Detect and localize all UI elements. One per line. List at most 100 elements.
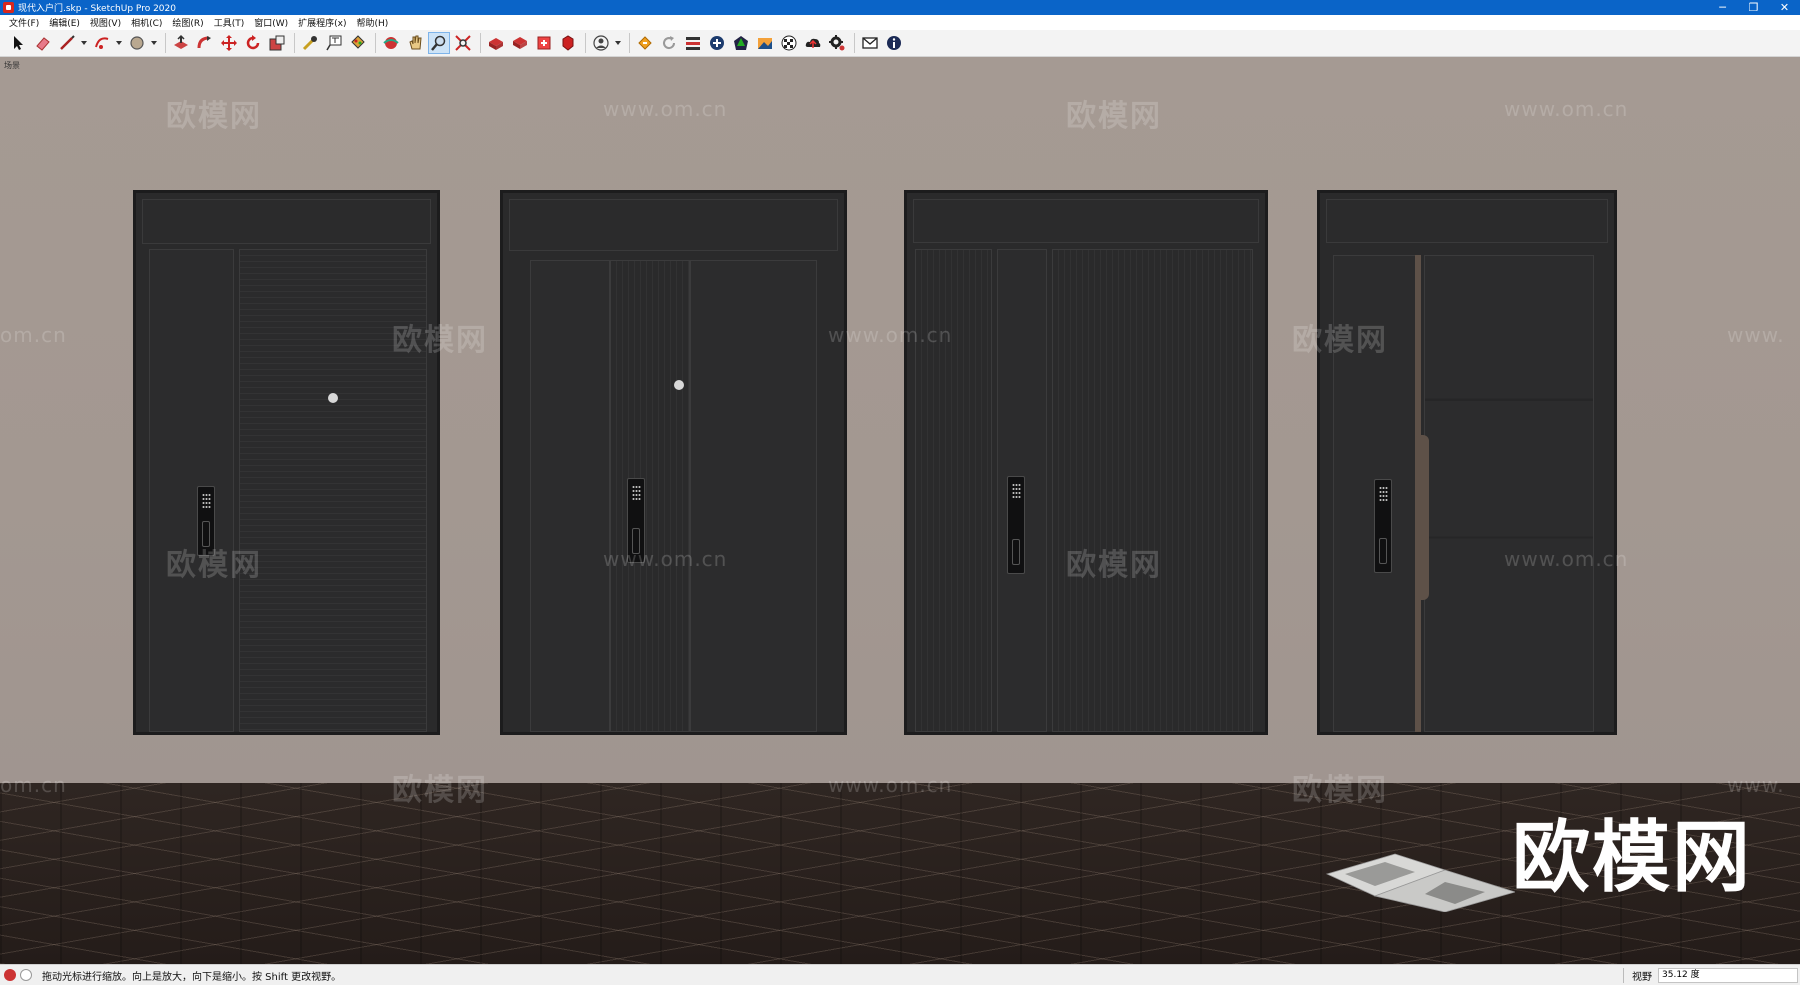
info-status-icon[interactable] — [20, 969, 32, 981]
extension-mail-button[interactable] — [859, 32, 881, 54]
minimize-button[interactable]: ─ — [1707, 0, 1738, 15]
warehouse-icon — [489, 38, 503, 50]
tape-tool-button[interactable] — [299, 32, 321, 54]
zoom-tool-button[interactable] — [428, 32, 450, 54]
tape-icon — [302, 36, 317, 51]
extension-layers-button[interactable] — [682, 32, 704, 54]
ruby-console-button[interactable] — [557, 32, 579, 54]
scale-tool-button[interactable] — [266, 32, 288, 54]
refresh-icon — [663, 36, 676, 50]
smart-lock — [1007, 476, 1025, 574]
extension-refresh-button[interactable] — [658, 32, 680, 54]
move-tool-button[interactable] — [218, 32, 240, 54]
extension-info-button[interactable] — [883, 32, 905, 54]
extension-warehouse-icon — [537, 36, 551, 50]
close-button[interactable]: ✕ — [1769, 0, 1800, 15]
info-icon — [887, 36, 901, 50]
text-icon — [326, 35, 342, 51]
entry-door-1 — [133, 190, 440, 735]
paint-icon — [351, 35, 365, 49]
menu-edit[interactable]: 编辑(E) — [44, 16, 85, 29]
title-bar: 现代入户门.skp - SketchUp Pro 2020 ─ ❐ ✕ — [0, 0, 1800, 15]
menu-file[interactable]: 文件(F) — [4, 16, 44, 29]
paint-tool-button[interactable] — [347, 32, 369, 54]
extension-layer-button[interactable] — [634, 32, 656, 54]
warehouse-button[interactable] — [485, 32, 507, 54]
toolbar-separator — [165, 33, 166, 53]
menu-extensions[interactable]: 扩展程序(x) — [293, 16, 351, 29]
menu-camera[interactable]: 相机(C) — [126, 16, 167, 29]
arc-tool-button[interactable] — [91, 32, 113, 54]
door-side-leaf — [530, 260, 610, 732]
brand-logo: 欧模网 — [1512, 813, 1753, 903]
door-side-leaf — [915, 249, 992, 732]
account-dropdown[interactable] — [614, 32, 622, 54]
peephole — [674, 380, 684, 390]
arc-dropdown[interactable] — [115, 32, 123, 54]
orbit-tool-button[interactable] — [380, 32, 402, 54]
keypad-icon — [202, 493, 211, 509]
tree-icon — [734, 36, 748, 50]
rotate-tool-button[interactable] — [242, 32, 264, 54]
measurements-label: 视野 — [1623, 967, 1658, 983]
shape-icon — [130, 36, 144, 50]
shape-dropdown[interactable] — [150, 32, 158, 54]
shape-tool-button[interactable] — [126, 32, 148, 54]
menu-draw[interactable]: 绘图(R) — [167, 16, 208, 29]
checker-icon — [781, 35, 797, 51]
toolbar-separator — [375, 33, 376, 53]
lock-handle — [1379, 538, 1387, 564]
pan-tool-button[interactable] — [404, 32, 426, 54]
geolocation-icon[interactable] — [4, 969, 16, 981]
menu-help[interactable]: 帮助(H) — [352, 16, 394, 29]
smart-lock — [627, 478, 645, 563]
render-icon — [758, 38, 772, 49]
rotate-icon — [246, 35, 260, 50]
share-model-icon — [513, 37, 527, 49]
lock-handle — [632, 528, 640, 554]
share-model-button[interactable] — [509, 32, 531, 54]
eraser-tool-button[interactable] — [32, 32, 54, 54]
zoom-extents-tool-button[interactable] — [452, 32, 474, 54]
extension-checker-button[interactable] — [778, 32, 800, 54]
model-viewport[interactable]: 场景 欧模网 www.om.cn 欧模网 www.om.cn om.c — [0, 57, 1800, 964]
line-dropdown[interactable] — [80, 32, 88, 54]
extension-orange-icon — [638, 36, 652, 50]
window-title: 现代入户门.skp - SketchUp Pro 2020 — [18, 4, 176, 14]
select-icon — [14, 36, 23, 50]
plus-circle-icon — [710, 36, 724, 50]
status-bar: 拖动光标进行缩放。向上是放大，向下是缩小。按 Shift 更改视野。 视野 35… — [0, 964, 1800, 985]
scene-tab-label[interactable]: 场景 — [4, 60, 20, 71]
line-tool-button[interactable] — [56, 32, 78, 54]
door-main-leaf — [1052, 249, 1253, 732]
door-main-leaf — [1424, 255, 1594, 732]
extension-cloud-button[interactable] — [802, 32, 824, 54]
measurements-input[interactable]: 35.12 度 — [1658, 967, 1798, 983]
extension-add-button[interactable] — [706, 32, 728, 54]
zoom-icon — [431, 35, 446, 51]
lock-handle — [202, 521, 210, 547]
menu-view[interactable]: 视图(V) — [85, 16, 126, 29]
lock-handle — [1012, 539, 1020, 565]
account-button[interactable] — [590, 32, 612, 54]
pushpull-tool-button[interactable] — [170, 32, 192, 54]
menu-tools[interactable]: 工具(T) — [209, 16, 250, 29]
restore-button[interactable]: ❐ — [1738, 0, 1769, 15]
keypad-icon — [632, 485, 641, 501]
menu-window[interactable]: 窗口(W) — [249, 16, 293, 29]
door-side-leaf — [149, 249, 234, 732]
toolbar-separator — [854, 33, 855, 53]
move-icon — [221, 35, 237, 51]
zoom-extents-icon — [455, 35, 471, 51]
extension-warehouse-button[interactable] — [533, 32, 555, 54]
status-message: 拖动光标进行缩放。向上是放大，向下是缩小。按 Shift 更改视野。 — [42, 971, 342, 983]
extension-tree-button[interactable] — [730, 32, 752, 54]
text-tool-button[interactable] — [323, 32, 345, 54]
toolbar-separator — [294, 33, 295, 53]
select-tool-button[interactable] — [8, 32, 30, 54]
extension-render-button[interactable] — [754, 32, 776, 54]
magazine-on-floor — [1325, 853, 1515, 912]
extension-settings-button[interactable] — [826, 32, 848, 54]
followme-tool-button[interactable] — [194, 32, 216, 54]
ruby-icon — [562, 35, 574, 51]
